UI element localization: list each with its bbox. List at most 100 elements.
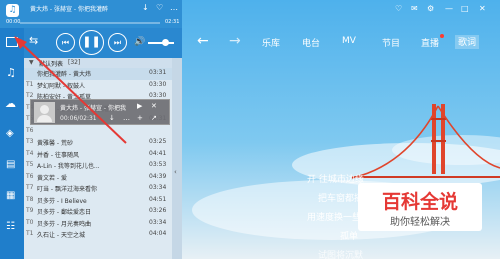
maximize-icon[interactable]: □ bbox=[461, 4, 469, 13]
list-item-title: 梦幻阿默 - 叙鼓人 bbox=[37, 82, 85, 90]
mini-player-bar: ♫ 黄大炜 - 张赫宣 - 你把我灌醉 ↓ ♡ … 00:00 02:31 bbox=[0, 0, 182, 28]
mail-icon[interactable]: ✉ bbox=[411, 4, 418, 13]
list-item-number: T5 bbox=[26, 161, 34, 168]
tab-programs[interactable]: 节目 bbox=[382, 36, 400, 49]
hover-add-icon[interactable]: + bbox=[137, 114, 143, 122]
list-item-number: T2 bbox=[26, 92, 34, 99]
sidebar-item-music-icon[interactable]: ♫ bbox=[6, 66, 16, 79]
panel-collapse-strip[interactable]: ‹ bbox=[172, 58, 182, 259]
playlist-header-icon: ▼ bbox=[29, 59, 34, 66]
hover-delete-icon[interactable]: ✕ bbox=[151, 102, 157, 110]
list-item[interactable]: T8 贝多芬 - I Believe 04:51 bbox=[24, 195, 172, 207]
list-item-number: T1 bbox=[26, 230, 34, 237]
pause-button[interactable]: ❚❚ bbox=[79, 30, 104, 55]
tab-lyrics[interactable]: 歌词 bbox=[455, 35, 480, 49]
loop-icon[interactable]: ⇆ bbox=[29, 34, 38, 47]
list-item-number: T1 bbox=[26, 80, 34, 88]
list-item-duration: 03:26 bbox=[149, 207, 167, 214]
tab-radio[interactable]: 电台 bbox=[302, 36, 320, 49]
prev-button[interactable]: ⏮ bbox=[56, 33, 75, 52]
playlist-mode-icon[interactable] bbox=[6, 37, 18, 47]
hover-card-time: 00:06/02:31 bbox=[60, 115, 97, 122]
list-item-title: 并香 - 往事随风 bbox=[37, 151, 79, 159]
sidebar-item-more-icon[interactable]: ☷ bbox=[6, 221, 15, 232]
download-icon[interactable]: ↓ bbox=[142, 3, 149, 12]
sidebar-item-cloud-icon[interactable]: ☁ bbox=[5, 97, 16, 110]
song-hover-card: 黄大炜 - 张赫宣 - 你把我 00:06/02:31 ↓ … + ↗ ▶ ✕ bbox=[30, 99, 170, 125]
list-item[interactable]: T1 久石让 - 天空之城 04:04 bbox=[24, 229, 172, 241]
hover-download-icon[interactable]: ↓ bbox=[109, 114, 115, 122]
list-item-duration: 03:25 bbox=[149, 138, 167, 145]
list-item-duration: 04:41 bbox=[149, 149, 167, 157]
forward-arrow-icon[interactable]: → bbox=[229, 33, 241, 49]
playlist-header-label: 默认列表 bbox=[39, 61, 64, 68]
list-item-duration: 03:34 bbox=[149, 218, 167, 226]
list-item-duration: 03:30 bbox=[149, 80, 167, 88]
tab-mv[interactable]: MV bbox=[342, 36, 356, 46]
list-item-title: 叮当 - 飘洋过海来看你 bbox=[37, 186, 97, 193]
list-item-title: 黄雅馨 - 荒砂 bbox=[37, 140, 73, 147]
hover-card-title: 黄大炜 - 张赫宣 - 你把我 bbox=[60, 105, 126, 112]
volume-slider[interactable] bbox=[148, 39, 174, 46]
time-current: 00:00 bbox=[6, 19, 21, 25]
next-button[interactable]: ⏭ bbox=[108, 33, 127, 52]
list-item[interactable]: 你把我灌醉 - 黄大炜 03:31 bbox=[24, 68, 172, 80]
list-item[interactable]: T6 bbox=[24, 126, 172, 138]
sidebar-item-tools-icon[interactable]: ▦ bbox=[6, 190, 15, 201]
watermark-title: 百科全说 bbox=[381, 191, 458, 213]
lyric-line-1: 开 往城市边缘 bbox=[307, 175, 364, 185]
list-item-duration: 03:31 bbox=[149, 69, 167, 76]
live-red-dot bbox=[440, 34, 444, 38]
list-item-number: T6 bbox=[26, 172, 34, 180]
list-item[interactable]: T1 梦幻阿默 - 叙鼓人 03:30 bbox=[24, 80, 172, 92]
playlist-count: [32] bbox=[68, 59, 81, 66]
list-item-duration: 03:34 bbox=[149, 184, 167, 191]
app-logo-icon: ♫ bbox=[6, 4, 19, 17]
settings-icon[interactable]: ⚙ bbox=[427, 4, 434, 13]
list-item[interactable]: T4 并香 - 往事随风 04:41 bbox=[24, 149, 172, 161]
hover-share-icon[interactable]: ↗ bbox=[151, 114, 157, 122]
avatar bbox=[34, 102, 55, 123]
collapse-arrow-icon[interactable]: ‹ bbox=[174, 168, 177, 176]
left-sidebar: ♫ ☁ ◈ ▤ ▦ ☷ bbox=[0, 28, 24, 259]
list-item-title: 你把我灌醉 - 黄大炜 bbox=[37, 71, 91, 78]
list-item-title: 贝多芬 - I Believe bbox=[37, 197, 87, 205]
more-icon[interactable]: … bbox=[170, 3, 178, 12]
tab-library[interactable]: 乐库 bbox=[262, 36, 280, 49]
hover-play-icon[interactable]: ▶ bbox=[137, 102, 142, 110]
progress-bar[interactable] bbox=[20, 22, 160, 24]
list-item-number: T6 bbox=[26, 126, 34, 134]
control-bar: ⇆ ⏮ ❚❚ ⏭ 🔊 bbox=[6, 28, 182, 58]
list-item[interactable]: T7 叮当 - 飘洋过海来看你 03:34 bbox=[24, 183, 172, 195]
list-item[interactable]: T3 黄雅馨 - 荒砂 03:25 bbox=[24, 137, 172, 149]
hover-more-icon[interactable]: … bbox=[123, 114, 130, 122]
lyric-line-3: 用速度换一些 bbox=[307, 213, 362, 223]
list-item-duration: 04:04 bbox=[149, 230, 167, 237]
skin-icon[interactable]: ♡ bbox=[395, 4, 402, 13]
list-item[interactable]: T9 贝多芬 - 鄱绘爱恋日 03:26 bbox=[24, 206, 172, 218]
list-item-number: T7 bbox=[26, 184, 34, 191]
playlist-header[interactable]: ▼ 默认列表 [32] bbox=[24, 58, 172, 68]
lyric-line-4: 孤单 bbox=[340, 232, 359, 242]
close-icon[interactable]: ✕ bbox=[479, 4, 486, 13]
minimize-icon[interactable]: — bbox=[445, 4, 453, 13]
volume-icon[interactable]: 🔊 bbox=[134, 37, 145, 47]
lyric-line-2: 把车窗都摇 bbox=[318, 194, 364, 204]
watermark-subtitle: 助你轻松解决 bbox=[390, 217, 450, 228]
list-item[interactable]: T0 贝多芬 - 月光奏鸣曲 03:34 bbox=[24, 218, 172, 230]
sidebar-item-radio-icon[interactable]: ◈ bbox=[6, 128, 14, 139]
list-item-duration: 03:53 bbox=[149, 161, 167, 168]
back-arrow-icon[interactable]: ← bbox=[197, 33, 209, 49]
volume-knob[interactable] bbox=[162, 39, 169, 46]
tab-live[interactable]: 直播 bbox=[421, 36, 439, 49]
list-item[interactable]: T6 黄文若 - 爱 04:39 bbox=[24, 172, 172, 184]
sidebar-item-doc-icon[interactable]: ▤ bbox=[6, 159, 15, 170]
list-item-duration: 04:51 bbox=[149, 195, 167, 203]
watermark-box: 百科全说 助你轻松解决 bbox=[358, 183, 482, 231]
list-item-number: T9 bbox=[26, 207, 34, 214]
playlist-panel: ▼ 默认列表 [32] 你把我灌醉 - 黄大炜 03:31 T1 梦幻阿默 - 叙鼓人… bbox=[24, 58, 172, 259]
list-item[interactable]: T5 A-Lin - 我等到花儿也... 03:53 bbox=[24, 160, 172, 172]
time-total: 02:31 bbox=[165, 19, 180, 25]
heart-icon[interactable]: ♡ bbox=[156, 3, 163, 12]
list-item-number: T0 bbox=[26, 218, 34, 226]
